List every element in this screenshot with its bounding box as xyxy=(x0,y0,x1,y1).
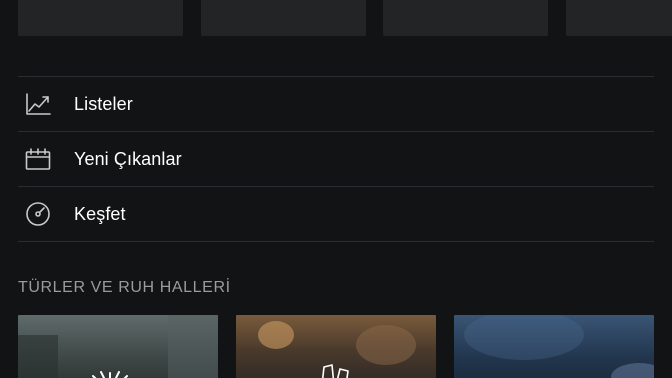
genre-card[interactable] xyxy=(454,315,654,378)
nav-item-label: Listeler xyxy=(74,93,133,114)
genre-card[interactable] xyxy=(18,315,218,378)
divider xyxy=(18,241,654,242)
nav-item-charts[interactable]: Listeler xyxy=(18,77,654,131)
nav-item-label: Keşfet xyxy=(74,203,126,224)
top-tile[interactable] xyxy=(201,0,366,36)
browse-nav-list: Listeler Yeni Çıkanlar Keşfet xyxy=(18,76,654,242)
chart-line-icon xyxy=(24,90,52,118)
genre-card-image xyxy=(258,321,416,378)
genres-section-title: TÜRLER VE RUH HALLERİ xyxy=(18,279,231,296)
calendar-icon xyxy=(24,145,52,173)
compass-icon xyxy=(24,200,52,228)
nav-item-discover[interactable]: Keşfet xyxy=(18,187,654,241)
genre-card-image xyxy=(464,315,654,378)
nav-item-label: Yeni Çıkanlar xyxy=(74,148,182,169)
browse-page: Listeler Yeni Çıkanlar Keşfet TÜRLER VE … xyxy=(0,0,672,378)
top-tile[interactable] xyxy=(18,0,183,36)
top-tile[interactable] xyxy=(383,0,548,36)
top-tile[interactable] xyxy=(566,0,672,36)
top-tile-row xyxy=(18,0,672,36)
genre-card-image xyxy=(18,315,218,378)
genre-card[interactable] xyxy=(236,315,436,378)
nav-item-new-releases[interactable]: Yeni Çıkanlar xyxy=(18,132,654,186)
